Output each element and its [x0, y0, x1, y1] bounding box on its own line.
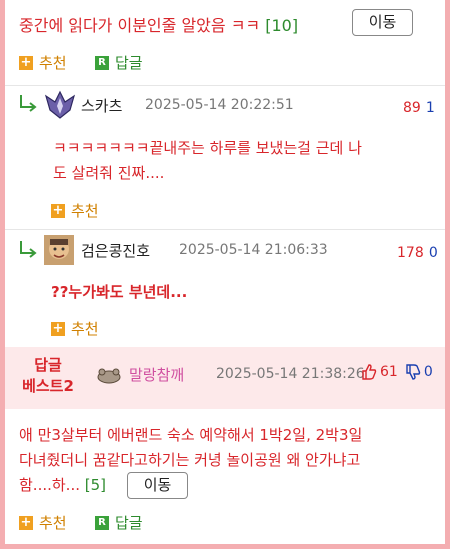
upvote-count: 89 — [403, 100, 421, 116]
comment-author[interactable]: 말랑참깨 — [129, 364, 184, 385]
comment-author[interactable]: 검은콩진호 — [81, 240, 150, 261]
comment-line: ??누가봐도 부년데... — [51, 283, 188, 301]
downvote-count: 0 — [423, 364, 433, 380]
downvote-count: 0 — [428, 245, 438, 261]
upvote-count: 178 — [397, 245, 424, 261]
comment-body: 애 만3살부터 에버랜드 숙소 예약해서 1박2일, 2박3일 다녀줬더니 꿈같… — [19, 423, 362, 498]
upvote-count: 61 — [380, 364, 398, 380]
comment-line: 다녀줬더니 꿈같다고하기는 커녕 놀이공원 왜 안가냐고 — [19, 451, 361, 469]
best-reply-tag: 답글 베스트2 — [19, 355, 77, 397]
plus-icon: + — [19, 514, 33, 530]
recommend-button[interactable]: + 추천 — [19, 52, 67, 73]
thumbs-up-icon[interactable] — [361, 364, 377, 380]
plus-icon: + — [19, 54, 33, 70]
comment-author[interactable]: 스카츠 — [81, 95, 122, 116]
vote-counts: 178 0 — [397, 242, 438, 261]
reply-arrow-icon — [20, 241, 37, 258]
comment-line-text: 함....하... — [19, 476, 80, 494]
comment-body: 중간에 읽다가 이분인줄 알았음 ㅋㅋ — [19, 16, 261, 35]
reply-button[interactable]: R 답글 — [95, 512, 143, 533]
avatar[interactable] — [96, 366, 122, 384]
divider — [5, 229, 445, 230]
reply-button[interactable]: R 답글 — [95, 52, 143, 73]
reply-arrow-icon — [20, 95, 37, 112]
comment-date: 2025-05-14 20:22:51 — [145, 97, 294, 113]
avatar[interactable] — [43, 90, 77, 120]
comment-line: 함....하... [5] — [19, 473, 362, 498]
comment-date: 2025-05-14 21:06:33 — [179, 242, 328, 258]
comment-date: 2025-05-14 21:38:26 — [216, 366, 365, 382]
recommend-label: 추천 — [71, 202, 99, 220]
move-button[interactable]: 이동 — [352, 9, 413, 36]
plus-icon: + — [51, 320, 65, 336]
plus-icon: + — [51, 202, 65, 218]
reply-badge-icon: R — [95, 515, 109, 530]
recommend-label: 추천 — [71, 320, 99, 338]
move-button[interactable]: 이동 — [127, 472, 188, 499]
reply-label: 답글 — [115, 54, 143, 72]
comment-line: 도 살려줘 진짜.... — [53, 164, 165, 182]
comment-panel: 중간에 읽다가 이분인줄 알았음 ㅋㅋ [10] 이동 + 추천 R 답글 스카… — [5, 0, 445, 544]
downvote-count: 1 — [425, 100, 435, 116]
comment-text: 중간에 읽다가 이분인줄 알았음 ㅋㅋ [10] — [19, 12, 298, 36]
reply-badge-icon: R — [95, 55, 109, 70]
reply-count[interactable]: [10] — [265, 16, 298, 35]
vote-counts: 61 0 — [361, 364, 433, 380]
recommend-button[interactable]: + 추천 — [51, 318, 99, 339]
reply-count[interactable]: [5] — [85, 476, 106, 494]
thumbs-down-icon[interactable] — [405, 364, 421, 380]
comment-body: ??누가봐도 부년데... — [51, 280, 187, 305]
comment-line: 애 만3살부터 에버랜드 숙소 예약해서 1박2일, 2박3일 — [19, 426, 363, 444]
reply-label: 답글 — [115, 514, 143, 532]
best-tag-line: 답글 — [34, 356, 62, 374]
comment-body: ㅋㅋㅋㅋㅋㅋㅋ끝내주는 하루를 보냈는걸 근데 나 도 살려줘 진짜.... — [53, 136, 362, 186]
best-tag-line: 베스트2 — [22, 377, 74, 395]
avatar[interactable] — [44, 235, 74, 265]
vote-counts: 89 1 — [403, 97, 435, 116]
recommend-button[interactable]: + 추천 — [51, 200, 99, 221]
recommend-button[interactable]: + 추천 — [19, 512, 67, 533]
recommend-label: 추천 — [39, 54, 67, 72]
divider — [5, 85, 445, 86]
recommend-label: 추천 — [39, 514, 67, 532]
comment-line: ㅋㅋㅋㅋㅋㅋㅋ끝내주는 하루를 보냈는걸 근데 나 — [53, 139, 362, 157]
